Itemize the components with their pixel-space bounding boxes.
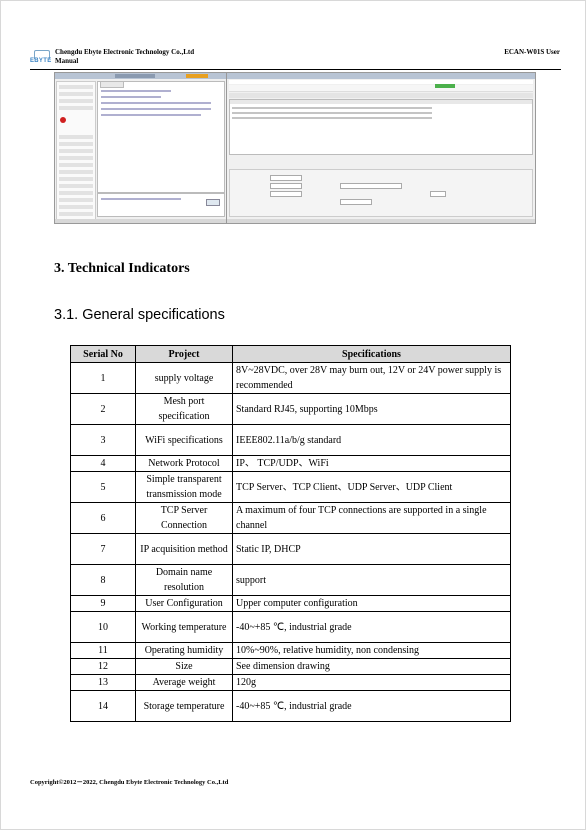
page-header: EBYTE Chengdu Ebyte Electronic Technolog… <box>30 48 560 70</box>
header-rule <box>30 69 561 70</box>
table-row: 2 Mesh port specification Standard RJ45,… <box>70 393 511 425</box>
spec-cell: TCP Server、TCP Client、UDP Server、UDP Cli… <box>232 471 511 503</box>
specifications-table: Serial No Project Specifications 1 suppl… <box>70 345 511 722</box>
table-row: 5 Simple transparent transmission mode T… <box>70 471 511 503</box>
header-project: Project <box>135 345 233 363</box>
company-name: Chengdu Ebyte Electronic Technology Co.,… <box>55 48 194 66</box>
send-button-shape <box>206 199 220 206</box>
can-tool-screenshot <box>226 72 536 224</box>
spec-cell: IEEE802.11a/b/g standard <box>232 424 511 456</box>
table-row: 10 Working temperature -40~+85 ℃, indust… <box>70 611 511 643</box>
project-cell: User Configuration <box>135 595 233 612</box>
table-row: 4 Network Protocol IP、 TCP/UDP、WiFi <box>70 455 511 472</box>
spec-cell: Standard RJ45, supporting 10Mbps <box>232 393 511 425</box>
document-id: ECAN-W01S User <box>504 48 560 56</box>
project-cell: Simple transparent transmission mode <box>135 471 233 503</box>
receive-area <box>97 81 225 193</box>
spec-cell: See dimension drawing <box>232 658 511 675</box>
table-row: 6 TCP Server Connection A maximum of fou… <box>70 502 511 534</box>
serial-cell: 8 <box>70 564 136 596</box>
table-row: 1 supply voltage 8V~28VDC, over 28V may … <box>70 362 511 394</box>
table-row: 11 Operating humidity 10%~90%, relative … <box>70 642 511 659</box>
header-specifications: Specifications <box>232 345 511 363</box>
serial-cell: 14 <box>70 690 136 722</box>
software-screenshots <box>54 72 536 224</box>
spec-cell: -40~+85 ℃, industrial grade <box>232 690 511 722</box>
copyright-footer: Copyright©2012－2022, Chengdu Ebyte Elect… <box>30 779 229 786</box>
serial-cell: 4 <box>70 455 136 472</box>
spec-cell: 120g <box>232 674 511 691</box>
company-line-1: Chengdu Ebyte Electronic Technology Co.,… <box>55 48 195 56</box>
serial-tool-screenshot <box>54 72 227 224</box>
serial-cell: 12 <box>70 658 136 675</box>
spec-cell: IP、 TCP/UDP、WiFi <box>232 455 511 472</box>
subsection-heading: 3.1. General specifications <box>54 307 225 323</box>
project-cell: Working temperature <box>135 611 233 643</box>
table-row: 7 IP acquisition method Static IP, DHCP <box>70 533 511 565</box>
brand-tag <box>186 74 208 78</box>
serial-cell: 10 <box>70 611 136 643</box>
toolbar-icons <box>435 84 455 88</box>
send-area <box>97 193 225 217</box>
status-bar <box>55 219 226 223</box>
spec-cell: -40~+85 ℃, industrial grade <box>232 611 511 643</box>
table-row: 13 Average weight 120g <box>70 674 511 691</box>
table-row: 3 WiFi specifications IEEE802.11a/b/g st… <box>70 424 511 456</box>
project-cell: Network Protocol <box>135 455 233 472</box>
serial-cell: 11 <box>70 642 136 659</box>
project-cell: Domain name resolution <box>135 564 233 596</box>
tab-row <box>229 93 533 106</box>
project-cell: TCP Server Connection <box>135 502 233 534</box>
project-cell: Average weight <box>135 674 233 691</box>
project-cell: supply voltage <box>135 362 233 394</box>
logo-text: EBYTE <box>30 58 52 64</box>
serial-cell: 9 <box>70 595 136 612</box>
spec-cell: Upper computer configuration <box>232 595 511 612</box>
settings-panel <box>56 81 96 221</box>
ebyte-logo: EBYTE <box>30 50 52 66</box>
table-header-row: Serial No Project Specifications <box>70 345 511 363</box>
table-row: 14 Storage temperature -40~+85 ℃, indust… <box>70 690 511 722</box>
project-cell: Operating humidity <box>135 642 233 659</box>
serial-cell: 1 <box>70 362 136 394</box>
serial-cell: 2 <box>70 393 136 425</box>
toolbar <box>229 85 533 92</box>
section-heading: 3. Technical Indicators <box>54 261 190 276</box>
send-controls <box>229 169 533 217</box>
project-cell: WiFi specifications <box>135 424 233 456</box>
spec-cell: Static IP, DHCP <box>232 533 511 565</box>
table-row: 12 Size See dimension drawing <box>70 658 511 675</box>
spec-cell: 8V~28VDC, over 28V may burn out, 12V or … <box>232 362 511 394</box>
status-bar <box>227 219 535 223</box>
header-serial-no: Serial No <box>70 345 136 363</box>
serial-cell: 6 <box>70 502 136 534</box>
table-row: 9 User Configuration Upper computer conf… <box>70 595 511 612</box>
table-row: 8 Domain name resolution support <box>70 564 511 596</box>
menubar <box>229 80 533 84</box>
serial-cell: 13 <box>70 674 136 691</box>
titlebar <box>227 73 535 79</box>
project-cell: Mesh port specification <box>135 393 233 425</box>
serial-cell: 3 <box>70 424 136 456</box>
project-cell: Size <box>135 658 233 675</box>
spec-cell: support <box>232 564 511 596</box>
serial-cell: 7 <box>70 533 136 565</box>
spec-cell: 10%~90%, relative humidity, non condensi… <box>232 642 511 659</box>
connect-indicator-icon <box>60 117 66 123</box>
message-grid <box>229 99 533 155</box>
project-cell: IP acquisition method <box>135 533 233 565</box>
project-cell: Storage temperature <box>135 690 233 722</box>
serial-cell: 5 <box>70 471 136 503</box>
company-line-2: Manual <box>55 57 79 65</box>
spec-cell: A maximum of four TCP connections are su… <box>232 502 511 534</box>
